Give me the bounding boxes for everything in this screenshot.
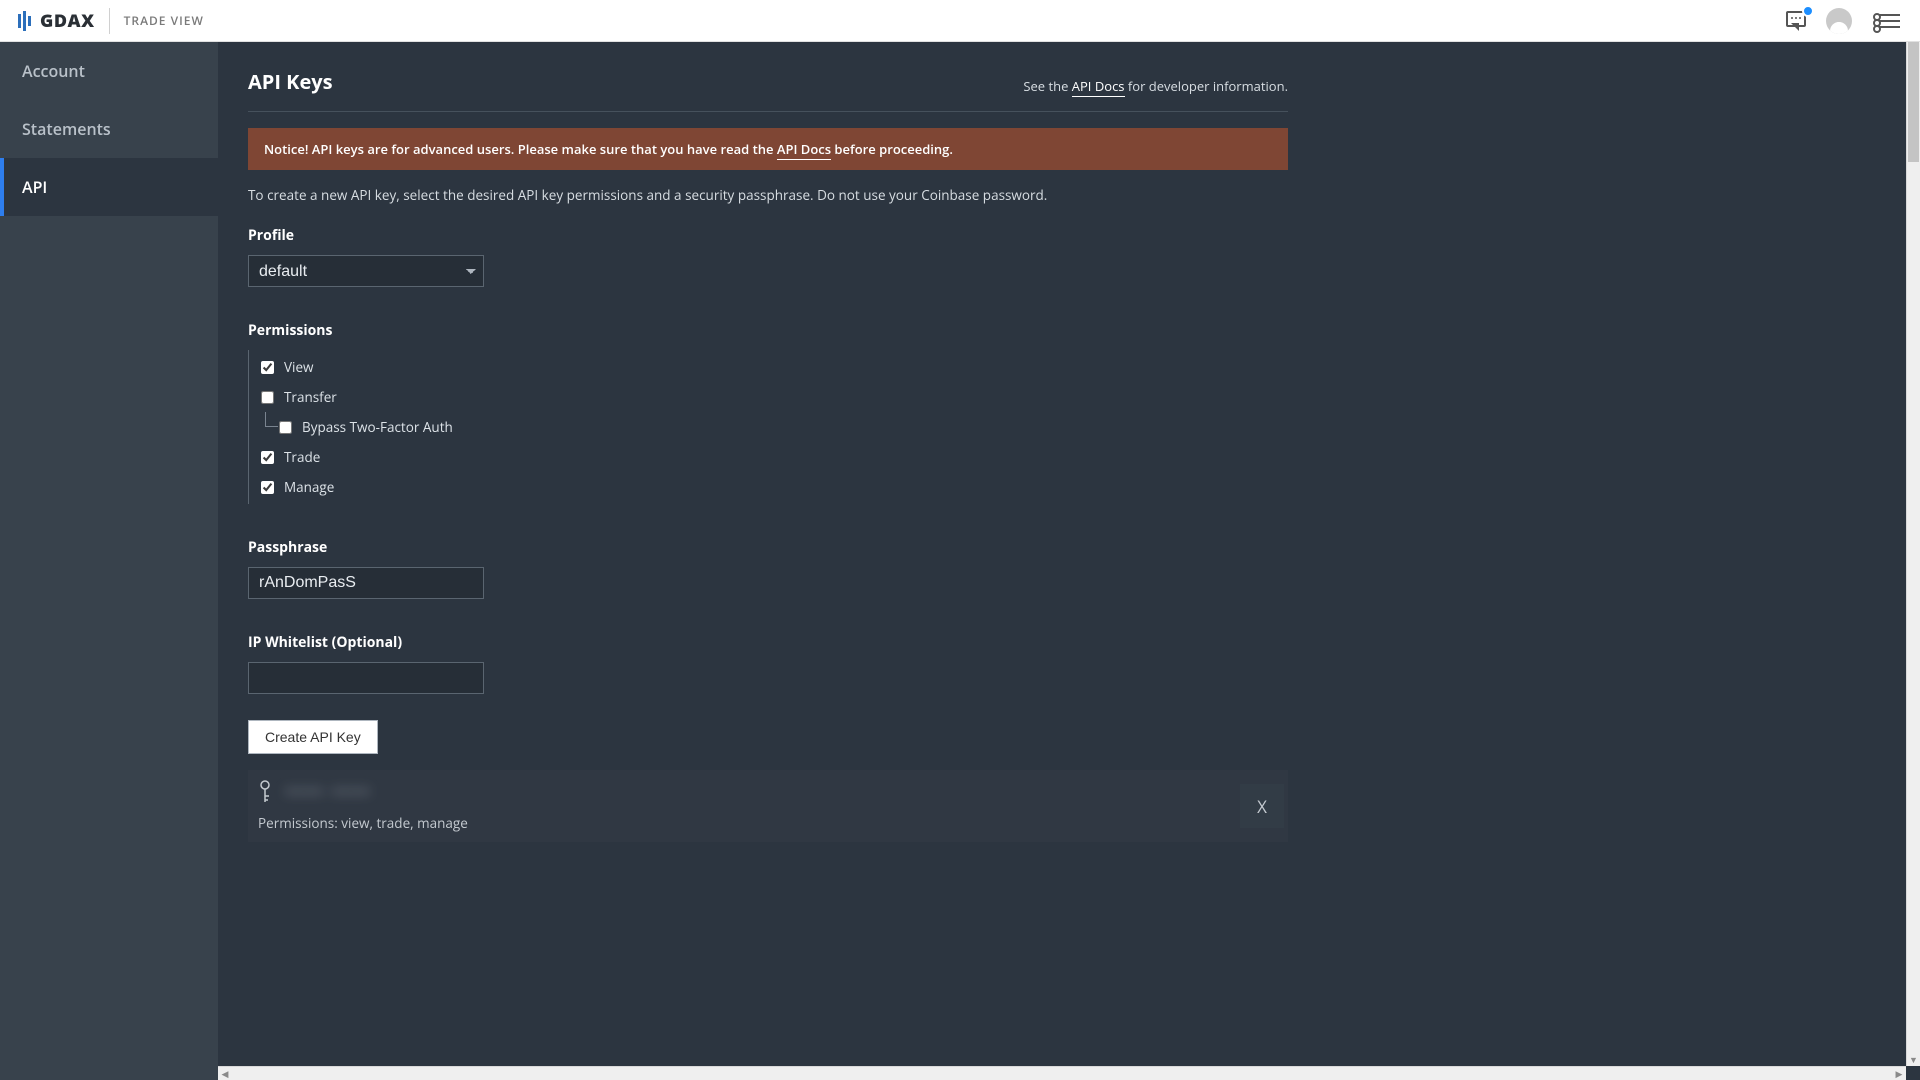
whitelist-group: IP Whitelist (Optional) (248, 633, 1288, 694)
logo-bars-icon (18, 11, 34, 31)
api-key-permissions: Permissions: view, trade, manage (258, 814, 468, 832)
passphrase-input[interactable] (248, 567, 484, 599)
permission-bypass-2fa-checkbox[interactable] (279, 421, 292, 434)
key-icon (258, 780, 272, 804)
permissions-list: View Transfer Bypass Two-Factor Auth Tra… (248, 350, 1288, 504)
permission-view-label: View (284, 358, 314, 376)
passphrase-group: Passphrase (248, 538, 1288, 599)
api-key-masked: •••• •••• (286, 780, 372, 804)
page-title: API Keys (248, 68, 333, 95)
intro-text: To create a new API key, select the desi… (248, 186, 1288, 204)
chat-icon[interactable] (1786, 11, 1808, 31)
permission-trade[interactable]: Trade (261, 442, 1288, 472)
notice-banner: Notice! API keys are for advanced users.… (248, 128, 1288, 170)
profile-select[interactable]: default (248, 255, 484, 287)
content-area: API Keys See the API Docs for developer … (218, 42, 1920, 1080)
menu-icon[interactable] (1878, 14, 1900, 28)
permission-manage-checkbox[interactable] (261, 481, 274, 494)
permission-manage-label: Manage (284, 478, 334, 496)
permission-trade-label: Trade (284, 448, 320, 466)
docs-hint-before: See the (1023, 77, 1071, 95)
docs-link[interactable]: API Docs (1072, 77, 1125, 97)
scroll-right-arrow-icon[interactable]: ▶ (1892, 1067, 1906, 1080)
topbar-divider (109, 8, 110, 34)
create-api-key-button[interactable]: Create API Key (248, 720, 378, 754)
brand-logo[interactable]: GDAX (10, 9, 103, 33)
permissions-label: Permissions (248, 321, 1288, 340)
whitelist-label: IP Whitelist (Optional) (248, 633, 1288, 652)
docs-hint-after: for developer information. (1125, 77, 1289, 95)
profile-group: Profile default (248, 226, 1288, 287)
whitelist-input[interactable] (248, 662, 484, 694)
scroll-left-arrow-icon[interactable]: ◀ (218, 1067, 232, 1080)
user-avatar[interactable] (1826, 8, 1852, 34)
permissions-group: Permissions View Transfer Bypass Two-Fac… (248, 321, 1288, 504)
permission-transfer-label: Transfer (284, 388, 337, 406)
passphrase-label: Passphrase (248, 538, 1288, 557)
permission-trade-checkbox[interactable] (261, 451, 274, 464)
api-key-card: •••• •••• Permissions: view, trade, mana… (248, 770, 1288, 842)
notice-after: before proceeding. (831, 140, 953, 158)
permission-view[interactable]: View (261, 352, 1288, 382)
permission-bypass-2fa[interactable]: Bypass Two-Factor Auth (279, 412, 1288, 442)
sidebar: Account Statements API (0, 42, 218, 1080)
docs-hint: See the API Docs for developer informati… (1023, 77, 1288, 95)
profile-label: Profile (248, 226, 1288, 245)
sidebar-item-statements[interactable]: Statements (0, 100, 218, 158)
vertical-scroll-thumb[interactable] (1908, 42, 1919, 162)
notice-docs-link[interactable]: API Docs (777, 140, 831, 160)
delete-api-key-button[interactable]: X (1240, 784, 1284, 828)
nav-trade-view[interactable]: TRADE VIEW (124, 12, 204, 29)
permission-manage[interactable]: Manage (261, 472, 1288, 502)
scroll-down-arrow-icon[interactable]: ▼ (1907, 1052, 1920, 1066)
sidebar-item-account[interactable]: Account (0, 42, 218, 100)
permission-transfer-checkbox[interactable] (261, 391, 274, 404)
permission-view-checkbox[interactable] (261, 361, 274, 374)
horizontal-scrollbar[interactable]: ◀ ▶ (218, 1066, 1906, 1080)
permission-bypass-2fa-label: Bypass Two-Factor Auth (302, 418, 453, 436)
vertical-scrollbar[interactable]: ▲ ▼ (1906, 42, 1920, 1066)
chat-notification-badge (1802, 5, 1814, 17)
brand-text: GDAX (40, 9, 95, 33)
permission-transfer[interactable]: Transfer (261, 382, 1288, 412)
notice-before: Notice! API keys are for advanced users.… (264, 140, 777, 158)
topbar: GDAX TRADE VIEW (0, 0, 1920, 42)
sidebar-item-api[interactable]: API (0, 158, 218, 216)
